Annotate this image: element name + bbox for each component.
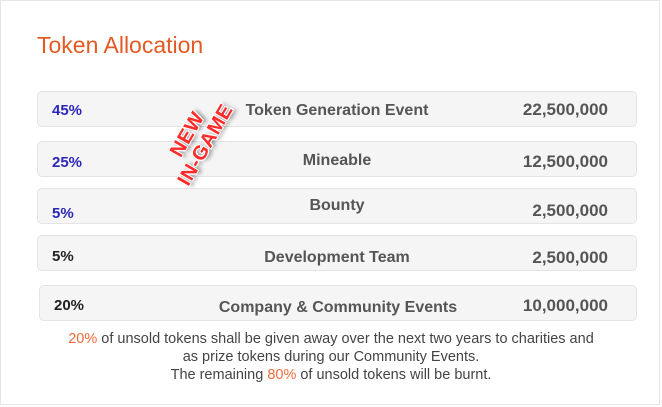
unsold-tokens-note-line3: The remaining 80% of unsold tokens will … [21,367,641,384]
section-title: Token Allocation [37,32,204,58]
allocation-amount: 2,500,000 [532,201,608,220]
allocation-row: 45% Token Generation Event 22,500,000 [37,91,637,127]
allocation-row: 25% Mineable 12,500,000 [37,141,637,177]
allocation-amount: 10,000,000 [522,296,608,315]
note-line1-text: of unsold tokens shall be given away ove… [97,331,594,347]
allocation-row: 20% Company & Community Events 10,000,00… [39,285,637,321]
unsold-tokens-note: 20% of unsold tokens shall be given away… [21,331,641,348]
note-line3-end: of unsold tokens will be burnt. [296,367,492,383]
token-allocation-panel: Token Allocation 45% Token Generation Ev… [0,0,660,405]
allocation-amount: 22,500,000 [522,100,608,119]
unsold-tokens-note-line2: as prize tokens during our Community Eve… [182,349,480,365]
note-percent-80: 80% [267,367,297,383]
note-line3-start: The remaining [170,367,268,383]
allocation-row: 5% Development Team 2,500,000 [37,235,637,271]
allocation-amount: 12,500,000 [522,152,608,171]
note-percent-20: 20% [68,331,98,347]
allocation-row: 5% Bounty 2,500,000 [37,188,637,224]
allocation-amount: 2,500,000 [532,248,608,267]
